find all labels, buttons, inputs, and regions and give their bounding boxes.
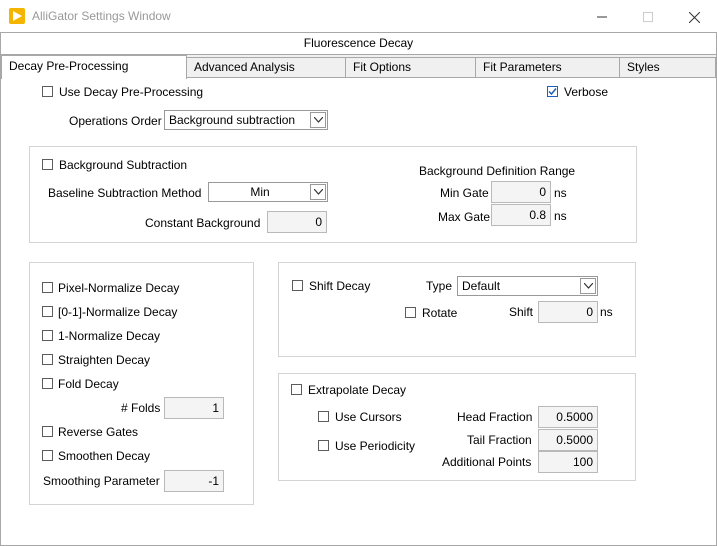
max-gate-unit: ns bbox=[554, 209, 567, 223]
additional-points-input[interactable]: 100 bbox=[538, 451, 598, 473]
chevron-down-icon bbox=[314, 189, 323, 195]
checkmark-icon bbox=[548, 88, 557, 96]
smoothing-parameter-label: Smoothing Parameter bbox=[43, 474, 160, 488]
use-preprocessing-label: Use Decay Pre-Processing bbox=[59, 85, 204, 99]
title-bar: AlliGator Settings Window bbox=[0, 0, 717, 32]
chevron-down-icon bbox=[314, 117, 323, 123]
shift-decay-checkbox[interactable] bbox=[292, 280, 303, 291]
constant-background-input[interactable]: 0 bbox=[267, 211, 327, 233]
folds-input[interactable]: 1 bbox=[164, 397, 224, 419]
verbose-label: Verbose bbox=[564, 85, 609, 99]
use-preprocessing-checkbox[interactable] bbox=[42, 86, 53, 97]
close-button[interactable] bbox=[671, 0, 717, 32]
baseline-method-label: Baseline Subtraction Method bbox=[48, 186, 202, 200]
smoothing-parameter-input[interactable]: -1 bbox=[164, 470, 224, 492]
tab-fit-parameters[interactable]: Fit Parameters bbox=[475, 57, 620, 77]
background-subtraction-label: Background Subtraction bbox=[59, 158, 188, 172]
reverse-gates-checkbox[interactable] bbox=[42, 426, 53, 437]
tab-styles[interactable]: Styles bbox=[619, 57, 716, 77]
use-periodicity-checkbox[interactable] bbox=[318, 440, 329, 451]
min-gate-unit: ns bbox=[554, 186, 567, 200]
shift-type-select[interactable]: Default bbox=[457, 276, 598, 296]
additional-points-label: Additional Points bbox=[442, 455, 532, 469]
shift-type-dropdown[interactable] bbox=[580, 278, 596, 294]
fold-label: Fold Decay bbox=[58, 377, 119, 391]
tab-bar: Decay Pre-Processing Advanced Analysis F… bbox=[1, 55, 716, 79]
type-label: Type bbox=[426, 279, 453, 293]
constant-background-label: Constant Background bbox=[145, 216, 261, 230]
baseline-method-dropdown[interactable] bbox=[310, 184, 326, 200]
operations-order-value: Background subtraction bbox=[169, 113, 296, 127]
straighten-label: Straighten Decay bbox=[58, 353, 151, 367]
pixel-normalize-label: Pixel-Normalize Decay bbox=[58, 281, 180, 295]
max-gate-label: Max Gate bbox=[438, 210, 491, 224]
tab-fit-options[interactable]: Fit Options bbox=[345, 57, 476, 77]
operations-order-select[interactable]: Background subtraction bbox=[164, 110, 328, 130]
max-gate-input[interactable]: 0.8 bbox=[491, 204, 551, 226]
min-gate-input[interactable]: 0 bbox=[491, 181, 551, 203]
app-icon bbox=[9, 8, 25, 24]
shift-label: Shift bbox=[509, 305, 534, 319]
operations-order-dropdown[interactable] bbox=[310, 112, 326, 128]
use-periodicity-label: Use Periodicity bbox=[335, 439, 416, 453]
shift-type-value: Default bbox=[462, 279, 501, 293]
straighten-checkbox[interactable] bbox=[42, 354, 53, 365]
smoothen-checkbox[interactable] bbox=[42, 450, 53, 461]
shift-decay-label: Shift Decay bbox=[309, 279, 371, 293]
fold-checkbox[interactable] bbox=[42, 378, 53, 389]
minimize-icon bbox=[597, 16, 607, 18]
folds-label: # Folds bbox=[121, 401, 161, 415]
one-normalize-checkbox[interactable] bbox=[42, 330, 53, 341]
use-cursors-checkbox[interactable] bbox=[318, 411, 329, 422]
head-fraction-input[interactable]: 0.5000 bbox=[538, 406, 598, 428]
reverse-gates-label: Reverse Gates bbox=[58, 425, 139, 439]
rotate-label: Rotate bbox=[422, 306, 458, 320]
one-normalize-label: 1-Normalize Decay bbox=[58, 329, 161, 343]
maximize-button[interactable] bbox=[625, 0, 671, 32]
close-icon bbox=[688, 11, 700, 24]
zero-one-normalize-checkbox[interactable] bbox=[42, 306, 53, 317]
zero-one-normalize-label: [0-1]-Normalize Decay bbox=[58, 305, 178, 319]
operations-order-label: Operations Order bbox=[69, 114, 162, 128]
shift-input[interactable]: 0 bbox=[538, 301, 598, 323]
tab-advanced-analysis[interactable]: Advanced Analysis bbox=[186, 57, 346, 77]
extrapolate-checkbox[interactable] bbox=[291, 384, 302, 395]
window-title: AlliGator Settings Window bbox=[32, 9, 171, 23]
tail-fraction-label: Tail Fraction bbox=[467, 433, 532, 447]
head-fraction-label: Head Fraction bbox=[457, 410, 533, 424]
use-cursors-label: Use Cursors bbox=[335, 410, 402, 424]
play-icon bbox=[13, 11, 22, 21]
rotate-checkbox[interactable] bbox=[405, 307, 416, 318]
background-subtraction-checkbox[interactable] bbox=[42, 159, 53, 170]
baseline-method-select[interactable]: Min bbox=[208, 182, 328, 202]
tab-decay-pre-processing[interactable]: Decay Pre-Processing bbox=[1, 55, 187, 79]
verbose-checkbox[interactable] bbox=[547, 86, 558, 97]
pixel-normalize-checkbox[interactable] bbox=[42, 282, 53, 293]
background-range-title: Background Definition Range bbox=[419, 164, 576, 178]
min-gate-label: Min Gate bbox=[440, 186, 489, 200]
smoothen-label: Smoothen Decay bbox=[58, 449, 151, 463]
shift-unit: ns bbox=[600, 305, 613, 319]
extrapolate-label: Extrapolate Decay bbox=[308, 383, 407, 397]
minimize-button[interactable] bbox=[579, 0, 625, 32]
maximize-icon bbox=[643, 12, 653, 23]
chevron-down-icon bbox=[584, 283, 593, 289]
tail-fraction-input[interactable]: 0.5000 bbox=[538, 429, 598, 451]
section-header: Fluorescence Decay bbox=[1, 33, 716, 55]
baseline-method-value: Min bbox=[250, 185, 270, 199]
